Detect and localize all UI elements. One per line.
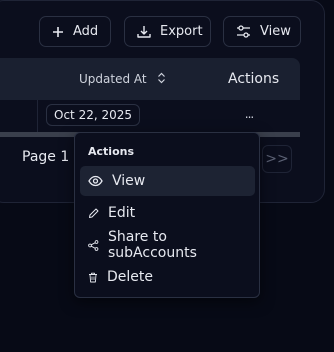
menu-item-share[interactable]: Share to subAccounts (80, 229, 255, 261)
menu-item-label: Share to subAccounts (108, 229, 197, 261)
cell-divider (37, 100, 38, 132)
sort-icon (157, 72, 166, 87)
menu-item-label: Edit (108, 205, 136, 221)
menu-item-delete[interactable]: Delete (80, 262, 255, 292)
menu-item-edit[interactable]: Edit (80, 198, 255, 228)
menu-item-label: View (112, 173, 146, 189)
trash-icon (88, 272, 98, 283)
table-header: Updated At Actions (0, 58, 300, 100)
eye-icon (88, 175, 103, 187)
column-header-updated-at[interactable]: Updated At (79, 58, 166, 100)
sliders-icon (236, 25, 251, 38)
export-button[interactable]: Export (124, 16, 211, 47)
export-button-label: Export (160, 24, 203, 39)
menu-title: Actions (88, 145, 134, 158)
download-icon (137, 25, 151, 39)
share-icon (88, 239, 99, 251)
last-page-button[interactable]: >> (262, 145, 292, 173)
add-button[interactable]: Add (39, 16, 111, 47)
menu-item-label: Delete (107, 269, 153, 285)
view-button[interactable]: View (223, 16, 301, 47)
plus-icon (52, 26, 64, 38)
view-button-label: View (260, 24, 291, 39)
column-header-label: Updated At (79, 72, 147, 86)
actions-menu: Actions View Edit Share to subAccounts D… (74, 132, 260, 298)
add-button-label: Add (73, 24, 99, 39)
row-actions-button[interactable]: ... (242, 104, 256, 124)
menu-item-view[interactable]: View (80, 166, 255, 196)
column-header-actions: Actions (228, 71, 280, 87)
pencil-icon (88, 208, 99, 219)
updated-at-cell: Oct 22, 2025 (46, 104, 140, 126)
